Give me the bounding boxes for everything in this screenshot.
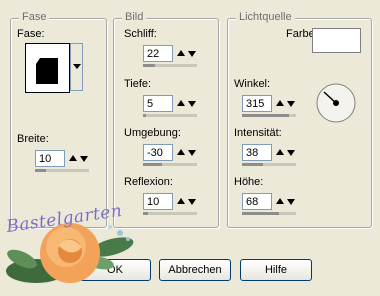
umgebung-slider-fill bbox=[143, 163, 162, 166]
intensitaet-slider-fill bbox=[242, 163, 263, 166]
fase-preview bbox=[25, 43, 70, 93]
arrow-down-icon[interactable] bbox=[188, 150, 196, 156]
arrow-up-icon[interactable] bbox=[69, 155, 77, 161]
breite-slider-fill bbox=[35, 169, 46, 172]
fase-preview-dropdown[interactable] bbox=[25, 43, 85, 93]
arrow-down-icon[interactable] bbox=[188, 101, 196, 107]
chevron-down-icon bbox=[73, 64, 81, 69]
fase-label: Fase: bbox=[17, 28, 45, 40]
arrow-up-icon[interactable] bbox=[177, 149, 185, 155]
arrow-down-icon[interactable] bbox=[287, 150, 295, 156]
hoehe-spin-buttons[interactable] bbox=[274, 194, 298, 210]
lichtquelle-group-title: Lichtquelle bbox=[236, 11, 295, 23]
fase-group-title: Fase bbox=[19, 11, 50, 23]
breite-label: Breite: bbox=[17, 133, 49, 145]
schliff-slider[interactable] bbox=[143, 64, 197, 67]
arrow-down-icon[interactable] bbox=[188, 199, 196, 205]
winkel-spin-buttons[interactable] bbox=[274, 96, 298, 112]
arrow-up-icon[interactable] bbox=[177, 198, 185, 204]
angle-dial-icon bbox=[316, 83, 356, 123]
umgebung-label: Umgebung: bbox=[124, 127, 181, 139]
reflexion-slider[interactable] bbox=[143, 212, 197, 215]
arrow-up-icon[interactable] bbox=[276, 100, 284, 106]
tiefe-label: Tiefe: bbox=[124, 78, 152, 90]
reflexion-label: Reflexion: bbox=[124, 176, 173, 188]
winkel-dial[interactable] bbox=[315, 82, 357, 124]
schliff-input[interactable]: 22 bbox=[143, 45, 173, 62]
intensitaet-slider[interactable] bbox=[242, 163, 296, 166]
schliff-label: Schliff: bbox=[124, 28, 157, 40]
arrow-up-icon[interactable] bbox=[276, 149, 284, 155]
hilfe-button[interactable]: Hilfe bbox=[240, 259, 312, 281]
tiefe-spin-buttons[interactable] bbox=[175, 96, 199, 112]
breite-input[interactable]: 10 bbox=[35, 150, 65, 167]
abbrechen-button[interactable]: Abbrechen bbox=[159, 259, 231, 281]
arrow-up-icon[interactable] bbox=[177, 50, 185, 56]
tiefe-input[interactable]: 5 bbox=[143, 95, 173, 112]
intensitaet-spin-buttons[interactable] bbox=[274, 145, 298, 161]
arrow-down-icon[interactable] bbox=[287, 199, 295, 205]
arrow-up-icon[interactable] bbox=[177, 100, 185, 106]
breite-slider[interactable] bbox=[35, 169, 89, 172]
umgebung-slider[interactable] bbox=[143, 163, 197, 166]
reflexion-spin-buttons[interactable] bbox=[175, 194, 199, 210]
winkel-slider[interactable] bbox=[242, 114, 296, 117]
schliff-spin-buttons[interactable] bbox=[175, 46, 199, 62]
bild-group-title: Bild bbox=[122, 11, 147, 23]
winkel-label: Winkel: bbox=[234, 78, 271, 90]
tiefe-slider-fill bbox=[143, 114, 146, 117]
fase-dropdown-button[interactable] bbox=[70, 43, 83, 91]
tiefe-slider[interactable] bbox=[143, 114, 197, 117]
umgebung-input[interactable]: -30 bbox=[143, 144, 173, 161]
breite-spin-buttons[interactable] bbox=[67, 151, 91, 167]
hoehe-label: Höhe: bbox=[234, 176, 264, 188]
winkel-input[interactable]: 315 bbox=[242, 95, 272, 112]
arrow-down-icon[interactable] bbox=[287, 101, 295, 107]
intensitaet-input[interactable]: 38 bbox=[242, 144, 272, 161]
umgebung-spin-buttons[interactable] bbox=[175, 145, 199, 161]
arrow-down-icon[interactable] bbox=[188, 51, 196, 57]
farbe-swatch[interactable] bbox=[312, 28, 361, 53]
hoehe-input[interactable]: 68 bbox=[242, 193, 272, 210]
hoehe-slider-fill bbox=[242, 212, 279, 215]
arrow-up-icon[interactable] bbox=[276, 198, 284, 204]
intensitaet-label: Intensität: bbox=[234, 127, 282, 139]
bevel-shape-icon bbox=[36, 58, 58, 84]
arrow-down-icon[interactable] bbox=[80, 156, 88, 162]
schliff-slider-fill bbox=[143, 64, 155, 67]
rose-watermark: Bastelgarten bbox=[0, 201, 150, 293]
hoehe-slider[interactable] bbox=[242, 212, 296, 215]
winkel-slider-fill bbox=[242, 114, 290, 117]
